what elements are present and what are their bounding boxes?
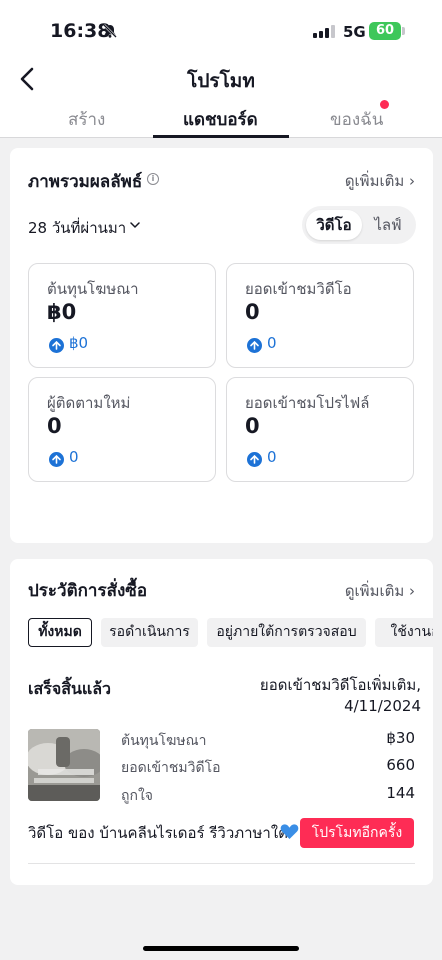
network-type: 5G bbox=[343, 23, 366, 41]
chevron-right-icon: › bbox=[409, 582, 415, 600]
order-goal: ยอดเข้าชมวิดีโอเพิ่มเติม, bbox=[259, 676, 421, 694]
row-video-views-value: 660 bbox=[386, 756, 415, 774]
tab-bar: สร้าง แดชบอร์ด ของฉัน bbox=[0, 102, 442, 138]
metric-label: ผู้ติดตามใหม่ bbox=[47, 394, 131, 412]
top-navigation-bar: โปรโมท bbox=[0, 62, 442, 102]
segment-video[interactable]: วิดีโอ bbox=[306, 210, 362, 240]
page-title: โปรโมท bbox=[187, 70, 255, 92]
metric-value: 0 bbox=[47, 414, 62, 438]
metric-change: 0 bbox=[267, 448, 277, 466]
chevron-down-icon[interactable] bbox=[130, 222, 140, 229]
row-likes-value: 144 bbox=[386, 784, 415, 802]
info-icon[interactable]: i bbox=[147, 173, 159, 185]
tab-create[interactable]: สร้าง bbox=[68, 106, 105, 133]
arrow-up-circle-icon bbox=[49, 338, 64, 353]
signal-icon bbox=[313, 25, 335, 38]
metric-ad-cost[interactable]: ต้นทุนโฆษณา ฿0 ฿0 bbox=[28, 263, 216, 368]
metric-video-views[interactable]: ยอดเข้าชมวิดีโอ 0 0 bbox=[226, 263, 414, 368]
battery-icon: 60 bbox=[369, 22, 401, 40]
active-tab-indicator bbox=[153, 135, 289, 138]
metric-label: ต้นทุนโฆษณา bbox=[47, 280, 139, 298]
filter-under-review[interactable]: อยู่ภายใต้การตรวจสอบ bbox=[207, 618, 366, 647]
battery-cap bbox=[402, 27, 405, 35]
order-date: 4/11/2024 bbox=[344, 697, 421, 715]
order-goal-date: ยอดเข้าชมวิดีโอเพิ่มเติม, 4/11/2024 bbox=[221, 675, 421, 717]
arrow-up-circle-icon bbox=[49, 452, 64, 467]
divider bbox=[28, 863, 415, 864]
filter-pending[interactable]: รอดำเนินการ bbox=[101, 618, 198, 647]
metric-value: ฿0 bbox=[47, 300, 77, 324]
metric-label: ยอดเข้าชมโปรไฟล์ bbox=[245, 394, 370, 412]
order-status: เสร็จสิ้นแล้ว bbox=[28, 679, 112, 698]
notification-dot bbox=[380, 100, 389, 109]
metric-label: ยอดเข้าชมวิดีโอ bbox=[245, 280, 352, 298]
metric-value: 0 bbox=[245, 300, 260, 324]
overview-see-more-label: ดูเพิ่มเติม bbox=[344, 172, 405, 190]
date-range-selector[interactable]: 28 วันที่ผ่านมา bbox=[28, 216, 126, 240]
video-thumbnail[interactable] bbox=[28, 729, 100, 801]
content-type-toggle: วิดีโอ ไลฟ์ bbox=[302, 206, 416, 244]
tab-dashboard[interactable]: แดชบอร์ด bbox=[183, 106, 258, 133]
metric-change: 0 bbox=[267, 334, 277, 352]
performance-overview-card: ภาพรวมผลลัพธ์ i ดูเพิ่มเติม › 28 วันที่ผ… bbox=[10, 148, 433, 543]
filter-active[interactable]: ใช้งานอ bbox=[375, 618, 433, 647]
row-likes-label: ถูกใจ bbox=[121, 788, 153, 804]
arrow-up-circle-icon bbox=[247, 452, 262, 467]
home-indicator bbox=[143, 946, 299, 951]
metric-value: 0 bbox=[245, 414, 260, 438]
filter-all[interactable]: ทั้งหมด bbox=[28, 618, 92, 647]
video-title: วิดีโอ ของ บ้านคลีนไรเดอร์ รีวิวภาษาใต้ bbox=[28, 824, 288, 842]
status-bar: 16:38 5G 60 bbox=[0, 0, 442, 62]
promote-again-button[interactable]: โปรโมทอีกครั้ง bbox=[300, 818, 414, 848]
metric-new-followers[interactable]: ผู้ติดตามใหม่ 0 0 bbox=[28, 377, 216, 482]
metric-change: ฿0 bbox=[69, 334, 89, 352]
arrow-up-circle-icon bbox=[247, 338, 262, 353]
segment-live[interactable]: ไลฟ์ bbox=[364, 210, 412, 240]
blue-heart-icon bbox=[280, 824, 299, 840]
order-filter-chips: ทั้งหมด รอดำเนินการ อยู่ภายใต้การตรวจสอบ… bbox=[28, 618, 433, 648]
bell-muted-icon bbox=[103, 24, 117, 38]
orders-see-more-label: ดูเพิ่มเติม bbox=[344, 582, 405, 600]
order-history-title: ประวัติการสั่งซื้อ bbox=[28, 581, 148, 601]
row-video-views-label: ยอดเข้าชมวิดีโอ bbox=[121, 760, 221, 776]
chevron-right-icon: › bbox=[409, 172, 415, 190]
overview-title: ภาพรวมผลลัพธ์ bbox=[28, 172, 143, 192]
tab-mine[interactable]: ของฉัน bbox=[330, 106, 383, 133]
orders-see-more-link[interactable]: ดูเพิ่มเติม › bbox=[345, 579, 415, 603]
row-ad-cost-value: ฿30 bbox=[386, 729, 415, 747]
order-history-card: ประวัติการสั่งซื้อ ดูเพิ่มเติม › ทั้งหมด… bbox=[10, 559, 433, 885]
metric-change: 0 bbox=[69, 448, 79, 466]
overview-see-more-link[interactable]: ดูเพิ่มเติม › bbox=[345, 169, 415, 193]
row-ad-cost-label: ต้นทุนโฆษณา bbox=[121, 733, 207, 749]
metric-profile-views[interactable]: ยอดเข้าชมโปรไฟล์ 0 0 bbox=[226, 377, 414, 482]
